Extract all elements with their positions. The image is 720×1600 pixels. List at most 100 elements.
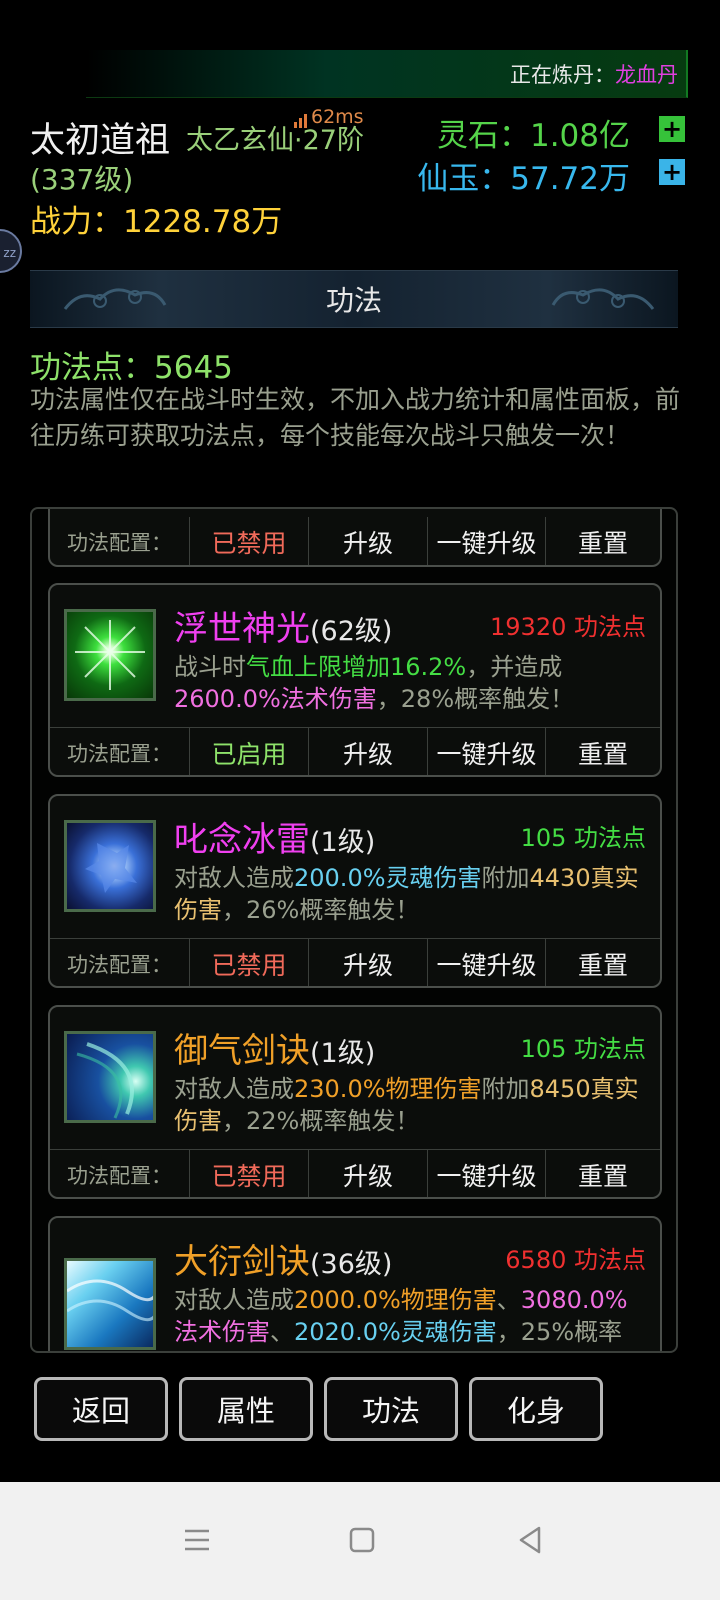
effect-text: 战斗时 <box>174 653 246 681</box>
skill-card: 大衍剑诀(36级) 6580 功法点 对敌人造成2000.0%物理伤害、3080… <box>48 1216 662 1351</box>
skill-card: 浮世神光(62级) 19320 功法点 战斗时气血上限增加16.2%，并造成 26… <box>48 583 662 777</box>
skill-config-row: 功法配置： 已启用 升级 一键升级 重置 <box>50 727 660 775</box>
home-icon[interactable] <box>332 1510 392 1570</box>
effect-text: ，26%概率触发！ <box>222 896 420 924</box>
effect-text: 、 <box>496 1286 521 1314</box>
skill-card: 功法配置： 已禁用 升级 一键升级 重置 <box>48 509 662 567</box>
skill-title: 御气剑诀 <box>174 1031 310 1071</box>
skill-description-notice: 功法属性仅在战斗时生效，不加入战力统计和属性面板，前往历练可获取功法点，每个技能… <box>30 385 681 450</box>
green-starburst-icon <box>64 609 156 701</box>
skill-name: 大衍剑诀(36级) <box>174 1234 392 1283</box>
jade-label: 仙玉： <box>417 161 511 197</box>
skill-cost: 105 功法点 <box>520 824 646 852</box>
upgrade-button[interactable]: 升级 <box>309 1150 428 1197</box>
effect-highlight: 2000.0%物理伤害 <box>294 1286 497 1314</box>
skill-card: 御气剑诀(1级) 105 功法点 对敌人造成230.0%物理伤害附加8450真实… <box>48 1005 662 1199</box>
ice-thunder-icon <box>64 820 156 912</box>
upgrade-button[interactable]: 升级 <box>309 728 428 775</box>
effect-highlight: 200.0%灵魂伤害 <box>294 864 482 892</box>
skill-cost: 105 功法点 <box>520 1035 646 1063</box>
toggle-status-button[interactable]: 已禁用 <box>190 517 309 565</box>
config-label: 功法配置： <box>50 728 190 775</box>
skill-effect: 战斗时气血上限增加16.2%，并造成 2600.0%法术伤害，28%概率触发！ <box>174 651 646 715</box>
skill-title: 大衍剑诀 <box>174 1242 310 1282</box>
skill-effect: 对敌人造成200.0%灵魂伤害附加4430真实伤害，26%概率触发！ <box>174 862 646 926</box>
skill-level: (62级) <box>310 616 393 647</box>
add-stone-button[interactable]: + <box>659 116 685 142</box>
skill-level: (36级) <box>310 1249 393 1280</box>
effect-highlight: 2600.0%法术伤害 <box>174 685 377 713</box>
effect-text: 附加 <box>481 1075 530 1103</box>
toggle-status-button[interactable]: 已启用 <box>190 728 309 775</box>
cloud-ornament-right-icon <box>551 288 655 310</box>
jade-value: 57.72万 <box>510 161 630 197</box>
effect-highlight: 气血上限增加16.2% <box>246 653 467 681</box>
skill-name: 浮世神光(62级) <box>174 601 392 650</box>
skill-card: 叱念冰雷(1级) 105 功法点 对敌人造成200.0%灵魂伤害附加4430真实… <box>48 794 662 988</box>
skill-level: (1级) <box>310 1038 376 1069</box>
reset-button[interactable]: 重置 <box>546 517 660 565</box>
skill-effect: 对敌人造成2000.0%物理伤害、3080.0%法术伤害、2020.0%灵魂伤害… <box>174 1284 646 1351</box>
effect-text: 附加 <box>481 864 530 892</box>
combat-power: 战力：1228.78万 <box>30 196 282 241</box>
one-key-upgrade-button[interactable]: 一键升级 <box>428 1150 546 1197</box>
ping-value: 62ms <box>311 106 364 128</box>
effect-text: ，28%概率触发！ <box>376 685 575 713</box>
alchemy-pill-name[interactable]: 龙血丹 <box>615 59 678 89</box>
skill-list-panel[interactable]: 功法配置： 已禁用 升级 一键升级 重置 浮世神光(62级) 19320 功法点… <box>30 507 678 1353</box>
reset-button[interactable]: 重置 <box>546 939 660 986</box>
avatar-button[interactable]: 化身 <box>469 1377 603 1441</box>
stone-label: 灵石： <box>436 118 530 154</box>
power-label: 战力： <box>30 204 123 240</box>
wave-sword-icon <box>64 1258 156 1350</box>
alchemy-status-bar: 正在炼丹： 龙血丹 <box>86 50 688 98</box>
upgrade-button[interactable]: 升级 <box>309 939 428 986</box>
network-ping: 62ms <box>294 106 364 128</box>
upgrade-button[interactable]: 升级 <box>309 517 428 565</box>
skill-points-value: 5645 <box>154 350 233 386</box>
skill-config-row: 功法配置： 已禁用 升级 一键升级 重置 <box>50 938 660 986</box>
effect-highlight: 2020.0%灵魂伤害 <box>294 1318 497 1346</box>
back-nav-icon[interactable] <box>500 1510 560 1570</box>
skill-cost: 19320 功法点 <box>490 613 646 641</box>
config-label: 功法配置： <box>50 1150 190 1197</box>
qi-sword-icon <box>64 1031 156 1123</box>
skills-button[interactable]: 功法 <box>324 1377 458 1441</box>
floating-assistant-bubble[interactable]: zz <box>0 229 22 273</box>
skill-config-row: 功法配置： 已禁用 升级 一键升级 重置 <box>50 517 660 565</box>
effect-highlight: 230.0%物理伤害 <box>294 1075 482 1103</box>
one-key-upgrade-button[interactable]: 一键升级 <box>428 939 546 986</box>
effect-text: 对敌人造成 <box>174 864 294 892</box>
reset-button[interactable]: 重置 <box>546 728 660 775</box>
config-label: 功法配置： <box>50 517 190 565</box>
section-banner: 功法 <box>30 270 678 328</box>
reset-button[interactable]: 重置 <box>546 1150 660 1197</box>
config-label: 功法配置： <box>50 939 190 986</box>
immortal-jade: 仙玉：57.72万 <box>417 153 630 198</box>
stone-value: 1.08亿 <box>529 118 630 154</box>
skill-name: 叱念冰雷(1级) <box>174 812 375 861</box>
one-key-upgrade-button[interactable]: 一键升级 <box>428 517 546 565</box>
signal-icon <box>294 112 307 128</box>
back-button[interactable]: 返回 <box>34 1377 168 1441</box>
skill-effect: 对敌人造成230.0%物理伤害附加8450真实伤害，22%概率触发！ <box>174 1073 646 1137</box>
effect-text: 、 <box>270 1318 294 1346</box>
skill-points: 功法点：5645 <box>30 342 233 387</box>
skill-points-label: 功法点： <box>30 350 154 386</box>
effect-text: 对敌人造成 <box>174 1075 294 1103</box>
toggle-status-button[interactable]: 已禁用 <box>190 939 309 986</box>
skill-title: 叱念冰雷 <box>174 820 310 860</box>
player-level: (337级) <box>30 163 134 196</box>
skill-name: 御气剑诀(1级) <box>174 1023 375 1072</box>
one-key-upgrade-button[interactable]: 一键升级 <box>428 728 546 775</box>
attributes-button[interactable]: 属性 <box>179 1377 313 1441</box>
toggle-status-button[interactable]: 已禁用 <box>190 1150 309 1197</box>
power-value: 1228.78万 <box>123 204 283 240</box>
alchemy-label: 正在炼丹： <box>510 62 615 87</box>
spirit-stone: 灵石：1.08亿 <box>437 110 630 155</box>
effect-text: 对敌人造成 <box>174 1286 294 1314</box>
effect-text: ，22%概率触发！ <box>222 1107 420 1135</box>
menu-icon[interactable] <box>167 1510 227 1570</box>
skill-title: 浮世神光 <box>174 609 310 649</box>
add-jade-button[interactable]: + <box>659 159 685 185</box>
